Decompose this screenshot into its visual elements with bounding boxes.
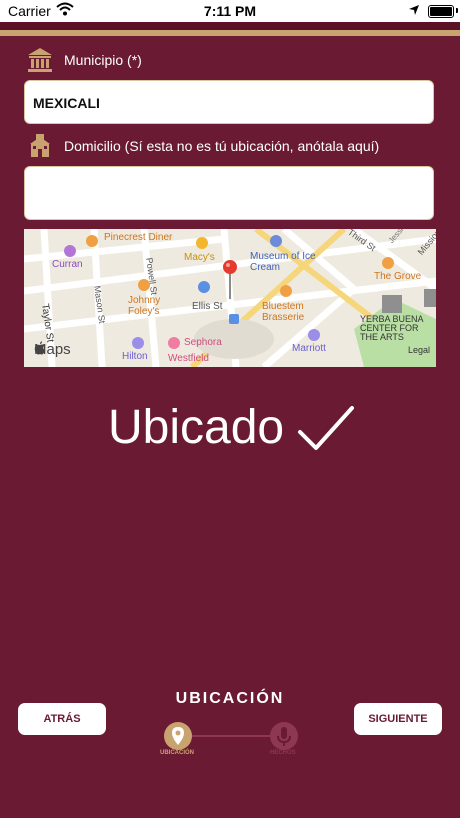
map-label-bluestem: Bluestem Brasserie xyxy=(262,301,305,323)
pin-icon xyxy=(172,727,184,745)
map-label-museum: Museum of Ice Cream xyxy=(250,251,316,273)
microphone-icon xyxy=(277,727,291,746)
next-button[interactable]: SIGUIENTE xyxy=(354,703,442,735)
battery-tip xyxy=(456,8,458,13)
transit-icon xyxy=(229,314,239,324)
restaurant-icon xyxy=(86,235,98,247)
restaurant-icon xyxy=(382,257,394,269)
back-button[interactable]: ATRÁS xyxy=(18,703,106,735)
map-label-yerba-buena: YERBA BUENA CENTER FOR THE ARTS xyxy=(360,314,424,342)
restaurant-icon xyxy=(138,279,150,291)
check-icon xyxy=(298,406,354,450)
apple-maps-logo: Maps xyxy=(34,341,71,358)
domicilio-label-row: Domicilio (Sí esta no es tú ubicación, a… xyxy=(26,132,379,160)
city-hall-icon xyxy=(28,48,52,72)
map-legal-link[interactable]: Legal xyxy=(408,345,430,355)
domicilio-label: Domicilio (Sí esta no es tú ubicación, a… xyxy=(64,138,380,154)
map-label-westfield: Westfield xyxy=(168,353,209,364)
municipio-input[interactable]: MEXICALI xyxy=(24,80,434,124)
step-label-hechos: HECHOS xyxy=(270,750,296,756)
map-label-pinecrest: Pinecrest Diner xyxy=(104,232,173,243)
domicilio-input[interactable] xyxy=(24,166,434,220)
museum-icon xyxy=(270,235,282,247)
map-label-marriott: Marriott xyxy=(292,343,326,354)
map-label-curran: Curran xyxy=(52,259,83,270)
header-gold-stripe xyxy=(0,30,460,36)
clock: 7:11 PM xyxy=(203,3,257,19)
apple-icon xyxy=(34,341,45,355)
shopping-bag-icon xyxy=(196,237,208,249)
map-label-the-grove: The Grove xyxy=(374,271,422,282)
map-view[interactable]: Pinecrest Diner Curran Macy's Museum of … xyxy=(24,229,436,367)
house-icon xyxy=(30,134,50,157)
map-label-macys: Macy's xyxy=(184,252,215,263)
theater-icon xyxy=(64,245,76,257)
header-band xyxy=(0,22,460,30)
step-label-ubicacion: UBICACIÓN xyxy=(160,750,194,756)
municipio-label-row: Municipio (*) xyxy=(26,46,142,74)
battery-icon xyxy=(428,5,454,18)
progress-stepper: UBICACIÓN HECHOS xyxy=(160,722,300,762)
restaurant-icon xyxy=(280,285,292,297)
map-label-ellis: Ellis St xyxy=(192,301,223,312)
step-ubicacion-marker xyxy=(164,722,192,750)
municipio-label: Municipio (*) xyxy=(64,52,142,68)
hotel-icon xyxy=(308,329,320,341)
location-arrow-icon xyxy=(409,5,419,15)
step-hechos-marker xyxy=(270,722,298,750)
located-status-text: Ubicado xyxy=(108,401,285,454)
status-bar: Carrier 7:11 PM xyxy=(0,0,460,22)
map-label-hilton: Hilton xyxy=(122,351,148,362)
hotel-icon xyxy=(132,337,144,349)
map-label-sephora: Sephora xyxy=(184,337,222,348)
shopping-icon xyxy=(168,337,180,349)
parking-icon xyxy=(198,281,210,293)
map-label-johnny-foleys: Johnny Foley's xyxy=(128,295,161,317)
location-pin-icon xyxy=(223,260,237,299)
